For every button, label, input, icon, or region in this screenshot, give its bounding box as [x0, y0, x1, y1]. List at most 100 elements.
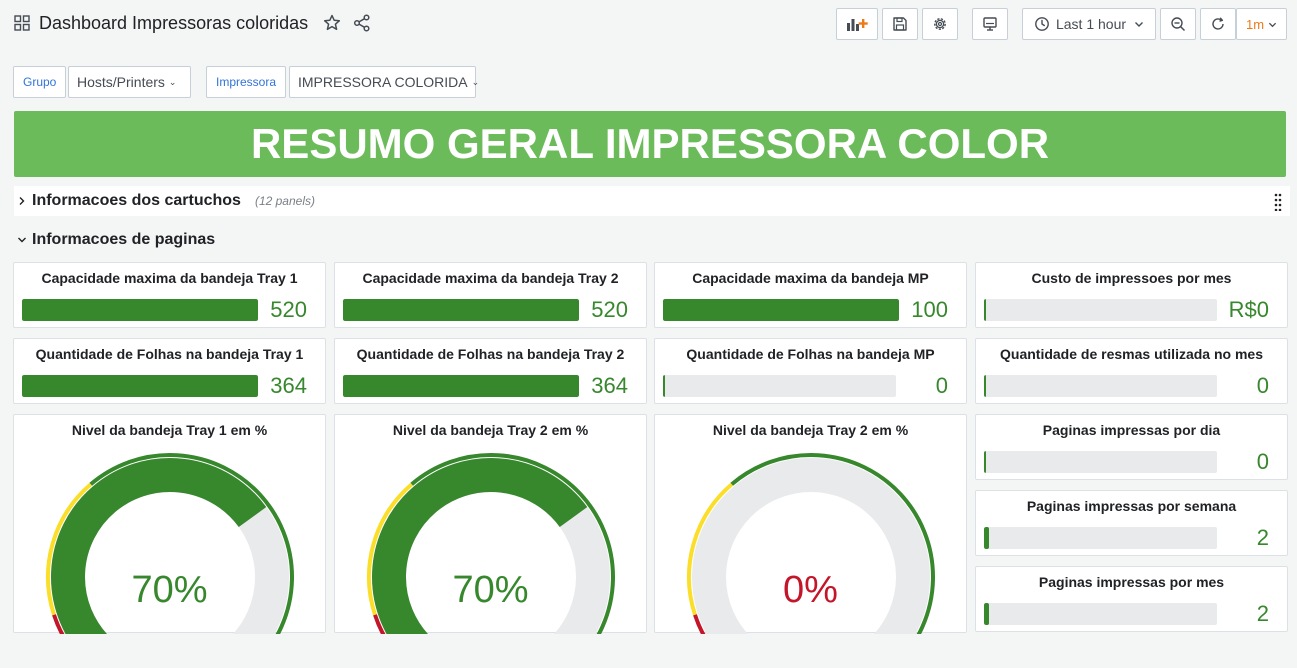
gauge-panel[interactable]: Nivel da bandeja Tray 2 em % 0%: [654, 414, 967, 634]
panel-title[interactable]: Capacidade maxima da bandeja MP: [655, 270, 966, 286]
save-icon: [893, 17, 907, 31]
panel-title[interactable]: Quantidade de Folhas na bandeja Tray 1: [14, 346, 325, 362]
bar-gauge-value: 0: [1256, 449, 1269, 474]
gauge-value-text: 70%: [131, 569, 208, 611]
bar-gauge-fill: [343, 299, 579, 321]
zoom-out-icon: [1171, 17, 1186, 32]
panel-title[interactable]: Capacidade maxima da bandeja Tray 2: [335, 270, 646, 286]
top-navbar: Dashboard Impressoras coloridas Last 1 h…: [0, 0, 1297, 48]
save-dashboard-button[interactable]: [882, 8, 918, 40]
variable-label-impressora: Impressora: [206, 66, 287, 98]
bar-gauge-track: [984, 451, 1217, 473]
banner-text: RESUMO GERAL IMPRESSORA COLOR: [250, 120, 1050, 167]
variable-value-grupo: Hosts/Printers: [77, 74, 165, 90]
row-title: Informacoes de paginas: [32, 231, 216, 248]
chevron-down-icon: ⌄: [471, 76, 480, 87]
panel-title[interactable]: Paginas impressas por mes: [976, 574, 1287, 590]
bar-gauge-panel[interactable]: Capacidade maxima da bandeja Tray 1 520: [13, 262, 326, 328]
gauge-value-text: 0%: [783, 569, 838, 611]
bar-gauge-fill: [984, 603, 989, 625]
variable-label-grupo: Grupo: [13, 66, 67, 98]
bar-gauge-panel[interactable]: Quantidade de Folhas na bandeja Tray 2 36…: [334, 338, 647, 404]
bar-gauge-fill: [22, 299, 258, 321]
bar-gauge-value: 2: [1256, 601, 1269, 626]
bar-gauge-fill: [663, 375, 665, 397]
bar-gauge-value: 0: [1256, 373, 1269, 398]
chevron-down-icon: [1135, 22, 1144, 27]
bar-gauge-fill: [984, 451, 986, 473]
bar-gauge-track: [22, 299, 258, 321]
drag-handle-icon[interactable]: [1274, 193, 1282, 211]
gauge-panel[interactable]: Nivel da bandeja Tray 1 em % 70%: [13, 414, 326, 634]
bar-gauge-value: 2: [1256, 525, 1269, 550]
refresh-interval-label: 1m: [1245, 16, 1265, 32]
dashboard-grid-icon[interactable]: [14, 15, 30, 31]
refresh-icon: [1212, 17, 1224, 30]
bar-gauge-value: 520: [591, 297, 628, 322]
bar-gauge-value: 0: [935, 373, 948, 398]
row-informacoes-paginas[interactable]: Informacoes de paginas: [14, 226, 215, 254]
bar-gauge-value: R$0: [1228, 297, 1269, 322]
add-panel-icon: [847, 19, 868, 31]
settings-button[interactable]: [922, 8, 958, 40]
row-title: Informacoes dos cartuchos: [32, 192, 241, 209]
bar-gauge-fill: [343, 375, 579, 397]
bar-gauge-track: [984, 375, 1217, 397]
chevron-down-icon: [1268, 22, 1277, 27]
bar-gauge-fill: [984, 375, 986, 397]
add-panel-button[interactable]: [836, 8, 878, 40]
bar-gauge-value: 364: [270, 373, 307, 398]
row-informacoes-cartuchos[interactable]: Informacoes dos cartuchos (12 panels): [14, 186, 1290, 216]
bar-gauge-track: [663, 375, 896, 397]
bar-gauge-fill: [984, 299, 986, 321]
panel-title[interactable]: Quantidade de Folhas na bandeja Tray 2: [335, 346, 646, 362]
bar-gauge-panel[interactable]: Paginas impressas por mes 2: [975, 566, 1288, 632]
bar-gauge-track: [22, 375, 258, 397]
zoom-out-button[interactable]: [1160, 8, 1196, 40]
bar-gauge-track: [984, 603, 1217, 625]
bar-gauge-track: [663, 299, 899, 321]
row-panel-count: (12 panels): [254, 194, 315, 208]
summary-banner: RESUMO GERAL IMPRESSORA COLOR: [14, 111, 1286, 177]
chevron-down-icon: ⌄: [168, 76, 177, 87]
bar-gauge-panel[interactable]: Quantidade de Folhas na bandeja Tray 1 36…: [13, 338, 326, 404]
bar-gauge-track: [984, 299, 1217, 321]
variable-select-grupo[interactable]: Hosts/Printers ⌄: [68, 66, 191, 98]
panel-title[interactable]: Paginas impressas por dia: [976, 422, 1287, 438]
variable-value-impressora: IMPRESSORA COLORIDA: [298, 74, 468, 90]
star-icon[interactable]: [322, 13, 342, 33]
gauge-value-text: 70%: [452, 569, 529, 611]
bar-gauge-track: [343, 375, 579, 397]
time-range-picker[interactable]: Last 1 hour: [1022, 8, 1156, 40]
share-icon[interactable]: [352, 13, 372, 33]
bar-gauge-value: 520: [270, 297, 307, 322]
bar-gauge-panel[interactable]: Quantidade de Folhas na bandeja MP 0: [654, 338, 967, 404]
bar-gauge-panel[interactable]: Capacidade maxima da bandeja Tray 2 520: [334, 262, 647, 328]
refresh-button[interactable]: [1200, 8, 1236, 40]
gauge-panel[interactable]: Nivel da bandeja Tray 2 em % 70%: [334, 414, 647, 634]
bar-gauge-fill: [663, 299, 899, 321]
bar-gauge-panel[interactable]: Quantidade de resmas utilizada no mes 0: [975, 338, 1288, 404]
bar-gauge-panel[interactable]: Custo de impressoes por mes R$0: [975, 262, 1288, 328]
panel-title[interactable]: Quantidade de Folhas na bandeja MP: [655, 346, 966, 362]
panel-title[interactable]: Quantidade de resmas utilizada no mes: [976, 346, 1287, 362]
monitor-icon: [983, 17, 997, 31]
bar-gauge-track: [984, 527, 1217, 549]
bar-gauge-value: 364: [591, 373, 628, 398]
panel-title[interactable]: Paginas impressas por semana: [976, 498, 1287, 514]
bar-gauge-panel[interactable]: Paginas impressas por semana 2: [975, 490, 1288, 556]
time-range-label: Last 1 hour: [1055, 16, 1127, 32]
refresh-interval-picker[interactable]: 1m: [1236, 8, 1287, 40]
panel-title[interactable]: Capacidade maxima da bandeja Tray 1: [14, 270, 325, 286]
gear-icon: [934, 18, 946, 30]
clock-icon: [1035, 17, 1049, 31]
bar-gauge-panel[interactable]: Capacidade maxima da bandeja MP 100: [654, 262, 967, 328]
variable-select-impressora[interactable]: IMPRESSORA COLORIDA ⌄: [289, 66, 479, 98]
dashboard-title[interactable]: Dashboard Impressoras coloridas: [39, 13, 308, 34]
bar-gauge-panel[interactable]: Paginas impressas por dia 0: [975, 414, 1288, 480]
tv-mode-button[interactable]: [972, 8, 1008, 40]
chevron-down-icon: [18, 237, 26, 243]
bar-gauge-fill: [22, 375, 258, 397]
panel-title[interactable]: Custo de impressoes por mes: [976, 270, 1287, 286]
chevron-right-icon: [19, 197, 25, 205]
